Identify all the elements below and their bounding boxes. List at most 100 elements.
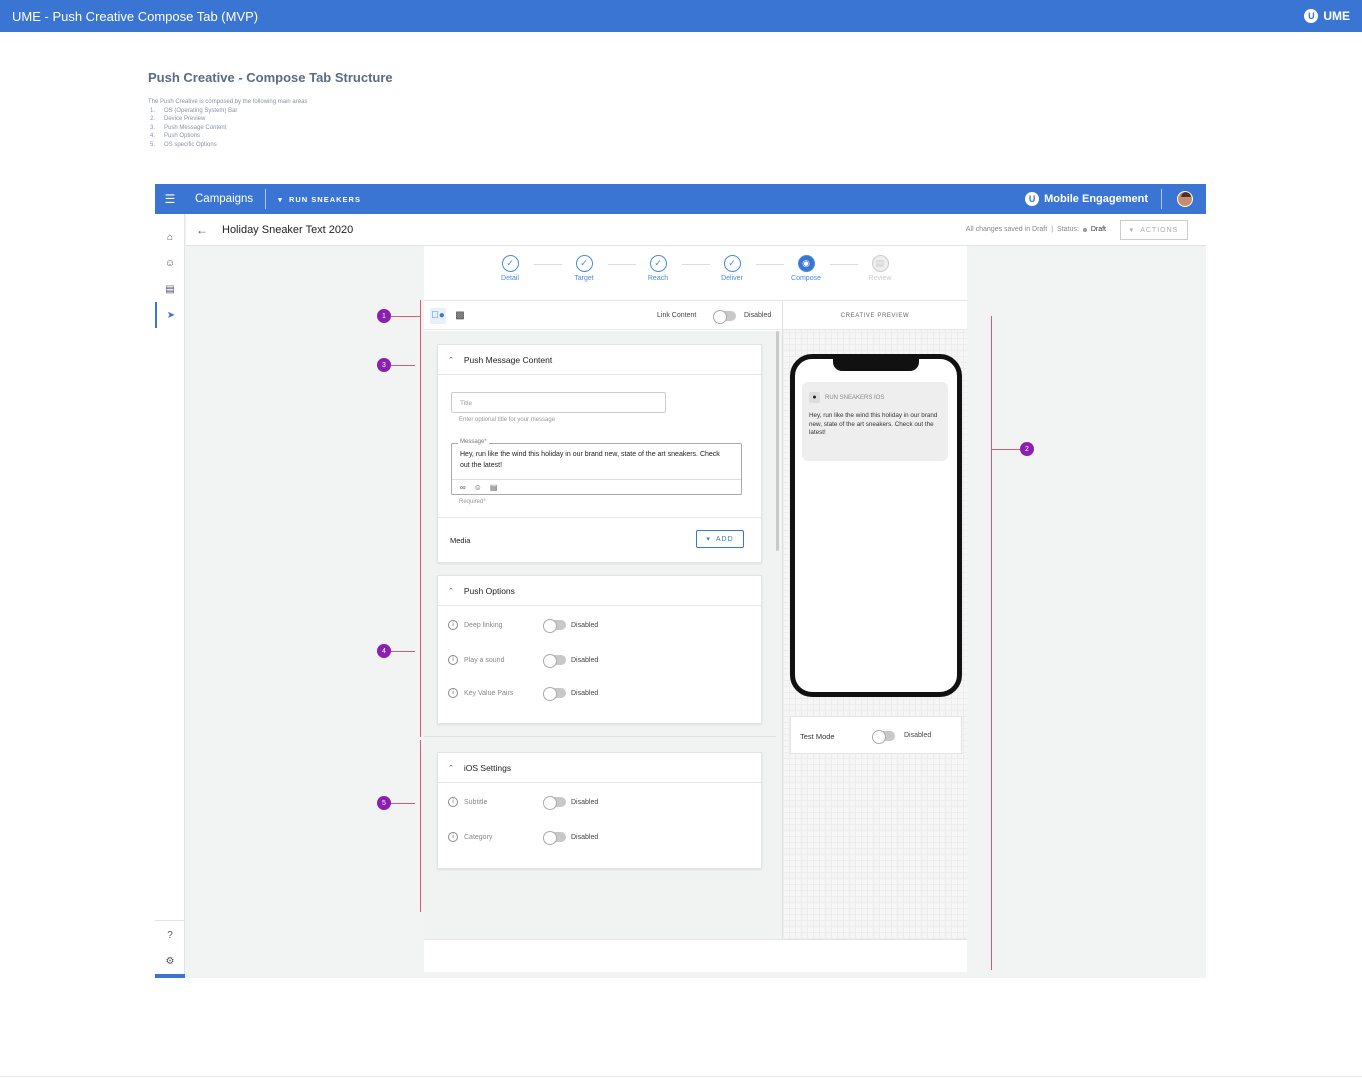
app-mockup: ☰ Campaigns ▾ RUN SNEAKERS U Mobile Engag… — [155, 184, 1206, 978]
doc-intro: The Push Creative is composed by the fol… — [148, 99, 308, 105]
annotation-line — [391, 803, 415, 804]
device-preview: CREATIVE PREVIEW ● RUN SNEAKERS IOS Hey,… — [782, 302, 967, 939]
chevron-down-icon: ▾ — [278, 194, 283, 204]
option-row: i Play a sound Disabled — [438, 653, 761, 668]
annotation-line — [391, 651, 415, 652]
annotation-line — [391, 365, 415, 366]
card-title: iOS Settings — [463, 762, 512, 773]
option-label: Deep linking — [464, 621, 503, 629]
annotation-bracket — [991, 316, 992, 970]
product-name: Mobile Engagement — [1044, 193, 1148, 205]
doc-heading: Push Creative - Compose Tab Structure — [148, 70, 393, 85]
send-icon[interactable]: ➤ — [155, 302, 185, 328]
media-label: Media — [450, 536, 471, 545]
section-title[interactable]: Campaigns — [195, 193, 253, 205]
check-icon: ✓ — [649, 255, 667, 272]
actions-button[interactable]: ▾ ACTIONS — [1120, 220, 1188, 240]
step-compose[interactable]: ◉ Compose — [786, 255, 826, 282]
step-reach[interactable]: ✓ Reach — [638, 255, 678, 282]
card-header[interactable]: ⌃ Push Message Content — [438, 345, 761, 375]
test-mode-toggle[interactable] — [872, 730, 895, 744]
test-mode-card: Test Mode Disabled — [790, 716, 962, 754]
area-list: 1. OS (Operating System) Bar 2. Device Pre… — [148, 107, 307, 150]
side-nav: ⌂ ☺ ▤ ➤ ? ⚙ — [155, 214, 185, 978]
category-toggle[interactable] — [543, 831, 566, 845]
palette-icon: ◉ — [797, 255, 815, 272]
message-text[interactable]: Hey, run like the wind this holiday in o… — [460, 450, 730, 471]
project-selector[interactable]: ▾ RUN SNEAKERS — [278, 195, 361, 204]
step-detail[interactable]: ✓ Detail — [490, 255, 530, 282]
key-value-pairs-toggle[interactable] — [543, 687, 566, 701]
workarea-bottom-divider — [424, 939, 967, 940]
test-mode-state: Disabled — [904, 732, 932, 739]
option-row: i Category Disabled — [438, 830, 761, 845]
title-hint: Enter optional title for your message — [459, 417, 556, 423]
chevron-up-icon[interactable]: ⌃ — [448, 356, 454, 364]
campaign-title: Holiday Sneaker Text 2020 — [222, 223, 354, 236]
media-row: Media ▾ ADD — [438, 517, 761, 562]
marker-1: 1 — [377, 309, 391, 323]
contact-card-icon[interactable]: ▤ — [155, 276, 185, 302]
link-content-toggle[interactable] — [713, 310, 736, 324]
menu-icon[interactable]: ☰ — [155, 184, 185, 214]
play-sound-toggle[interactable] — [543, 654, 566, 668]
option-label: Key Value Pairs — [464, 689, 514, 697]
check-icon: ✓ — [723, 255, 741, 272]
info-icon[interactable]: i — [448, 797, 458, 807]
deep-linking-toggle[interactable] — [543, 619, 566, 633]
option-label: Play a sound — [464, 656, 505, 664]
compose-panel: ⌃ Push Message Content Title Enter optio… — [424, 331, 782, 939]
document-icon: ▤ — [871, 255, 889, 272]
section-divider — [424, 736, 776, 737]
brand-name: UME — [1323, 9, 1350, 23]
subtitle-toggle[interactable] — [543, 796, 566, 810]
users-icon[interactable]: ☺ — [155, 250, 185, 276]
annotation-line — [391, 316, 420, 317]
info-icon[interactable]: i — [448, 620, 458, 630]
gear-icon[interactable]: ⚙ — [155, 948, 185, 974]
area-item: 4. Push Options — [150, 133, 201, 140]
step-target[interactable]: ✓ Target — [564, 255, 604, 282]
nav-divider — [155, 920, 185, 921]
personalize-icon[interactable]: ▤ — [490, 483, 498, 492]
link-icon[interactable]: ∞ — [460, 483, 466, 492]
option-state: Disabled — [571, 833, 599, 841]
push-notification: ● RUN SNEAKERS IOS Hey, run like the win… — [802, 382, 948, 461]
option-row: i Subtitle Disabled — [438, 795, 761, 810]
apple-icon[interactable]: ● — [430, 307, 446, 324]
option-label: Category — [464, 833, 493, 841]
option-state: Disabled — [571, 656, 599, 664]
option-row: i Key Value Pairs Disabled — [438, 686, 761, 701]
status-dot — [1082, 227, 1087, 232]
scrollbar[interactable] — [776, 331, 779, 551]
chevron-up-icon[interactable]: ⌃ — [448, 587, 454, 595]
emoji-icon[interactable]: ☺ — [474, 483, 482, 492]
info-icon[interactable]: i — [448, 832, 458, 842]
add-media-button[interactable]: ▾ ADD — [696, 530, 744, 548]
marker-4: 4 — [377, 644, 391, 658]
card-title: Push Message Content — [463, 354, 553, 365]
marker-5: 5 — [377, 796, 391, 810]
doc-description: The Push Creative is composed by the fol… — [148, 98, 307, 150]
back-arrow-icon[interactable]: ← — [196, 223, 208, 237]
chevron-down-icon: ▾ — [1129, 227, 1135, 234]
marker-2: 2 — [1020, 442, 1034, 456]
required-hint: Required* — [459, 499, 486, 505]
info-icon[interactable]: i — [448, 655, 458, 665]
area-item: 2. Device Preview — [150, 116, 206, 123]
notification-app: ● RUN SNEAKERS IOS — [809, 392, 884, 403]
avatar[interactable] — [1177, 191, 1193, 207]
chevron-down-icon: ▾ — [706, 536, 711, 543]
android-icon[interactable]: ▩ — [452, 308, 468, 324]
app-name: RUN SNEAKERS IOS — [825, 394, 885, 401]
card-header[interactable]: ⌃ iOS Settings — [438, 753, 761, 783]
page-footer-line — [0, 1076, 1362, 1077]
card-header[interactable]: ⌃ Push Options — [438, 576, 761, 606]
home-icon[interactable]: ⌂ — [155, 224, 185, 250]
title-input[interactable]: Title — [451, 392, 666, 413]
info-icon[interactable]: i — [448, 688, 458, 698]
chevron-up-icon[interactable]: ⌃ — [448, 764, 454, 772]
step-deliver[interactable]: ✓ Deliver — [712, 255, 752, 282]
help-icon[interactable]: ? — [155, 922, 185, 948]
message-field[interactable]: Message* Hey, run like the wind this hol… — [451, 439, 742, 495]
